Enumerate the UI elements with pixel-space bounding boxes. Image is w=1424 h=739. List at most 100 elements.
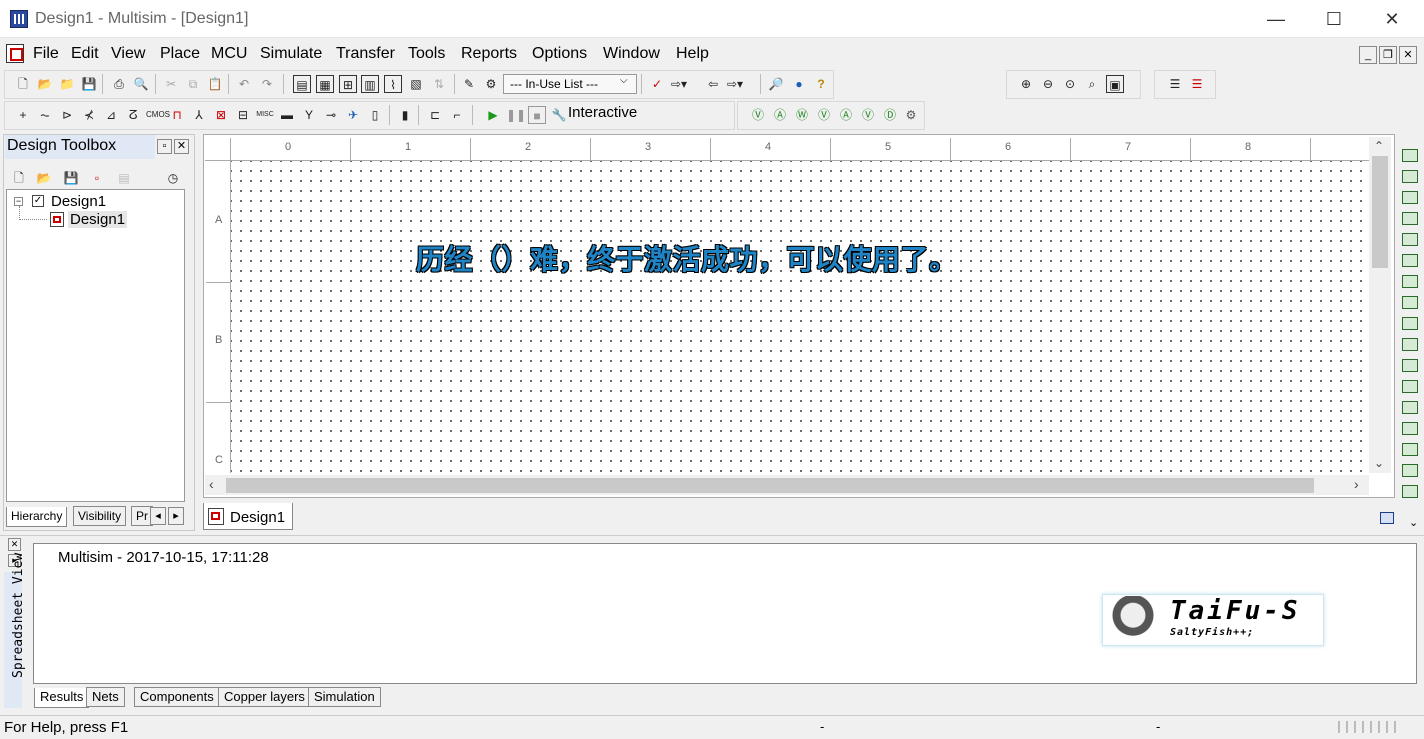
word-generator-icon[interactable] [1402,296,1418,309]
diode-icon[interactable]: ⊳ [58,106,76,124]
toolbox-toggle-icon[interactable]: ▤ [293,75,311,93]
resistor-icon[interactable]: ⏦ [36,106,54,124]
ladder-icon[interactable]: ⇅ [430,75,448,93]
pause-simulation-icon[interactable]: ❚❚ [506,106,526,124]
horizontal-scroll-thumb[interactable] [226,478,1314,493]
menu-place[interactable]: Place [160,45,200,63]
agilent-multimeter-icon[interactable] [1402,464,1418,477]
tektronix-oscilloscope-icon[interactable] [1402,485,1418,498]
mcu-icon[interactable]: ▯ [366,106,384,124]
save-icon[interactable]: 💾 [80,75,98,93]
forward-annotate-icon[interactable]: ⇨▾ [726,75,744,93]
place-wire-icon[interactable]: ⌐ [448,106,466,124]
strip-overflow-icon[interactable]: ⌄ [1409,516,1418,529]
open-folder-icon[interactable]: 📂 [36,75,54,93]
tree-child-design[interactable]: Design1 [68,211,128,228]
tree-root-design[interactable]: Design1 [51,193,106,210]
toolbox-close-button[interactable]: ✕ [174,139,189,154]
probe-settings-icon[interactable]: ⚙ [902,106,920,124]
electromechanical-icon[interactable]: ⊸ [322,106,340,124]
network-analyzer-icon[interactable] [1402,422,1418,435]
spreadsheet-toggle-icon[interactable]: ▦ [316,75,334,93]
postprocessor-icon[interactable]: ⌇ [384,75,402,93]
tab-components[interactable]: Components [134,687,220,707]
distortion-analyzer-icon[interactable] [1402,380,1418,393]
toolbox-pin-button[interactable]: ▫ [157,139,172,154]
zoom-out-icon[interactable]: ⊖ [1039,75,1057,93]
undo-icon[interactable]: ↶ [235,75,253,93]
tab-simulation[interactable]: Simulation [308,687,381,707]
menu-view[interactable]: View [111,45,145,63]
stop-simulation-icon[interactable]: ■ [528,106,546,124]
tab-hierarchy[interactable]: Hierarchy [6,507,68,527]
schematic-grid[interactable] [231,161,1369,473]
voltage-current-probe-icon[interactable]: Ⓐ [837,106,855,124]
analog-icon[interactable]: ⊿ [102,106,120,124]
differential-probe-icon[interactable]: Ⓥ [815,106,833,124]
source-icon[interactable]: + [14,106,32,124]
menu-options[interactable]: Options [532,45,587,63]
scroll-down-icon[interactable]: ⌄ [1374,456,1384,470]
maximize-button[interactable]: ☐ [1305,0,1363,38]
voltage-probe-icon[interactable]: Ⓥ [749,106,767,124]
tab-copper-layers[interactable]: Copper layers [218,687,311,707]
four-channel-oscilloscope-icon[interactable] [1402,233,1418,246]
reference-probe-icon[interactable]: Ⓥ [859,106,877,124]
document-menu-icon[interactable] [6,44,24,63]
tab-nets[interactable]: Nets [86,687,125,707]
function-generator-icon[interactable] [1402,170,1418,183]
find-examples-icon[interactable]: 🔎 [767,75,785,93]
current-probe-icon[interactable]: Ⓐ [771,106,789,124]
zoom-full-icon[interactable]: ▣ [1106,75,1124,93]
logic-analyzer-icon[interactable] [1402,317,1418,330]
frequency-counter-icon[interactable] [1402,275,1418,288]
run-simulation-icon[interactable]: ▶ [484,106,502,124]
tab-results[interactable]: Results [34,688,90,708]
print-preview-icon[interactable]: 🔍 [132,75,150,93]
transistor-icon[interactable]: ⊀ [80,106,98,124]
menu-transfer[interactable]: Transfer [336,45,395,63]
net-highlight-icon[interactable]: ☰ [1188,75,1206,93]
vertical-scroll-thumb[interactable] [1372,156,1388,268]
minimize-button[interactable]: — [1247,0,1305,38]
bode-plotter-icon[interactable] [1402,254,1418,267]
copy-icon[interactable]: ⧉ [184,75,202,93]
cut-icon[interactable]: ✂ [162,75,180,93]
transfer-forward-icon[interactable]: ⇨▾ [670,75,688,93]
place-bus-icon[interactable]: ⊏ [426,106,444,124]
menu-edit[interactable]: Edit [71,45,99,63]
mixed-icon[interactable]: ⅄ [190,106,208,124]
spectrum-analyzer-icon[interactable] [1402,401,1418,414]
zoom-in-icon[interactable]: ⊕ [1017,75,1035,93]
print-icon[interactable]: ⎙ [110,75,128,93]
grapher-icon[interactable]: ▥ [361,75,379,93]
paste-icon[interactable]: 📋 [206,75,224,93]
menu-tools[interactable]: Tools [408,45,445,63]
menu-reports[interactable]: Reports [461,45,517,63]
spreadsheet-close-button[interactable]: ✕ [8,538,21,551]
bus-vector-icon[interactable]: ☰ [1166,75,1184,93]
new-file-icon[interactable]: 🗋 [14,75,32,93]
design-checkbox-icon[interactable]: ✓ [32,195,44,207]
oscilloscope-icon[interactable] [1402,212,1418,225]
in-use-list-select[interactable]: --- In-Use List --- [503,74,637,94]
power-icon[interactable]: ⊟ [234,106,252,124]
menu-window[interactable]: Window [603,45,660,63]
cmos-icon[interactable]: CMOS [146,106,170,124]
back-annotate-icon[interactable]: ⇦ [704,75,722,93]
indicator-icon[interactable]: ⊠ [212,106,230,124]
misc-icon[interactable]: MISC [256,106,274,124]
advanced-peripherals-icon[interactable]: ▬ [278,106,296,124]
interactive-settings-icon[interactable]: 🔧 [550,106,568,124]
design-tab-label[interactable]: Design1 [230,509,285,526]
new-design-icon[interactable]: 🗋 [10,169,28,187]
mdi-restore-button[interactable]: ❐ [1379,46,1397,64]
digital-misc-icon[interactable]: ⊓ [168,106,186,124]
scroll-up-icon[interactable]: ⌃ [1374,139,1384,153]
scroll-left-icon[interactable]: ‹ [209,476,214,492]
save-design-icon[interactable]: 💾 [62,169,80,187]
measurement-probe-icon[interactable] [1380,512,1394,524]
rf-icon[interactable]: Y [300,106,318,124]
open-design-icon[interactable]: 📂 [35,169,53,187]
scroll-right-icon[interactable]: › [1354,476,1359,492]
